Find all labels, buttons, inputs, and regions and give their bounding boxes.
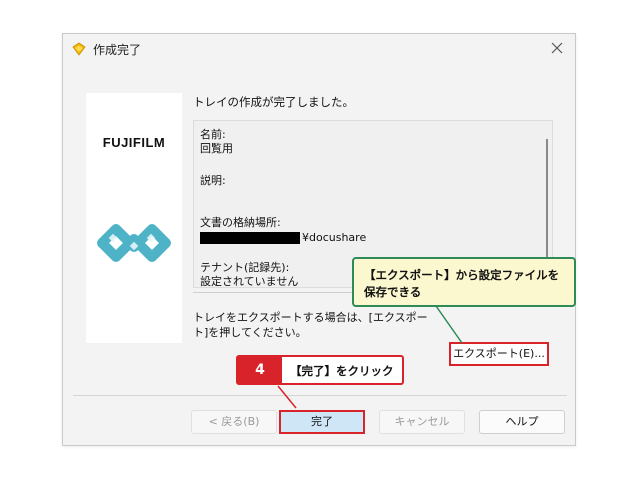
export-callout: 【エクスポート】から設定ファイルを保存できる: [352, 257, 576, 307]
description-label: 説明:: [200, 174, 226, 187]
cancel-button[interactable]: キャンセル: [379, 410, 465, 434]
step-instruction: 【完了】をクリック: [290, 364, 394, 378]
brand-panel: FUJIFILM: [86, 93, 182, 343]
step-badge: 4 【完了】をクリック: [236, 355, 404, 385]
docushare-cubes-icon: [97, 224, 171, 262]
export-hint: トレイをエクスポートする場合は、[エクスポート]を押してください。: [193, 311, 428, 339]
completion-message: トレイの作成が完了しました。: [193, 95, 354, 109]
title-bar: 作成完了: [63, 34, 575, 64]
finish-button[interactable]: 完了: [279, 410, 365, 434]
help-button[interactable]: ヘルプ: [479, 410, 565, 434]
back-button[interactable]: < 戻る(B): [191, 410, 277, 434]
export-button[interactable]: エクスポート(E)...: [449, 342, 549, 366]
fujifilm-logo: FUJIFILM: [102, 135, 166, 150]
redacted-path: [200, 232, 300, 244]
close-icon[interactable]: [547, 38, 567, 58]
step-number: 4: [238, 357, 282, 383]
tray-folder-icon: [72, 42, 86, 56]
name-value: 回覧用: [200, 142, 233, 155]
location-value: ¥docushare: [302, 231, 367, 244]
window-title: 作成完了: [93, 43, 142, 57]
footer-separator: [73, 395, 567, 396]
location-label: 文書の格納場所:: [200, 216, 281, 229]
tenant-value: 設定されていません: [200, 275, 299, 288]
